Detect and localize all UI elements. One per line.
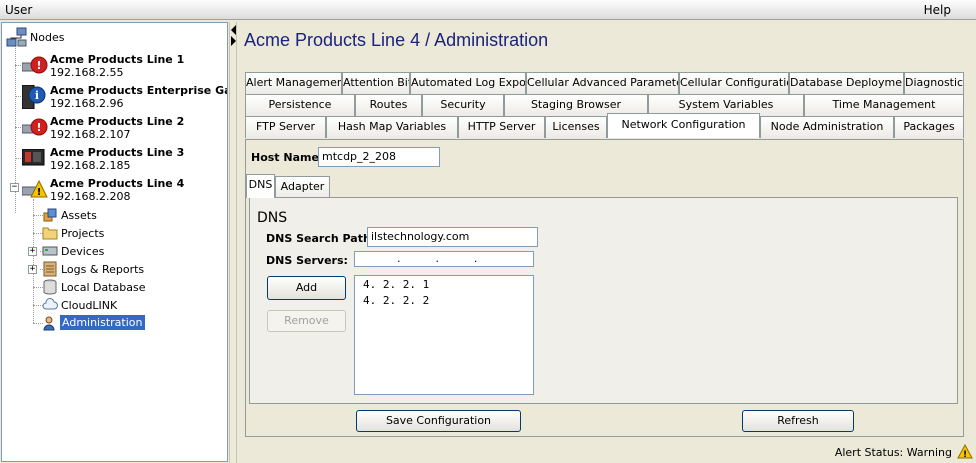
menu-user[interactable]: User [5,3,32,17]
dns-servers-list[interactable]: 4. 2. 2. 1 4. 2. 2. 2 [354,275,534,395]
tab-automated-log-export[interactable]: Automated Log Export [410,72,526,94]
tab-cellular-configuration[interactable]: Cellular Configuration [679,72,789,94]
dns-servers-input[interactable]: . . . [354,251,534,267]
tree-item-assets[interactable]: Assets [61,209,97,222]
tree-node-enterprise-gateway[interactable]: Acme Products Enterprise Gateway 192.168… [50,84,227,110]
tree-node-line-3[interactable]: Acme Products Line 3 192.168.2.185 [50,146,184,172]
tab-attention-bit[interactable]: Attention Bit [342,72,410,94]
error-icon: ! [21,117,48,142]
tab-node-administration[interactable]: Node Administration [760,116,894,138]
tab-licenses[interactable]: Licenses [545,116,607,138]
tree-item-cloudlink[interactable]: CloudLINK [61,299,117,312]
svg-text:i: i [35,89,39,102]
folder-icon [42,225,58,244]
collapse-left-icon[interactable] [231,25,236,35]
tree-item-devices[interactable]: Devices [61,245,104,258]
tab-security[interactable]: Security [422,94,504,116]
tree-root-label[interactable]: Nodes [30,31,64,44]
list-item[interactable]: 4. 2. 2. 1 [355,276,533,292]
node-title: Acme Products Line 4 [50,177,185,190]
node-ip: 192.168.2.208 [50,190,131,203]
device-icon [21,148,46,170]
network-icon [6,27,28,52]
warning-icon: ! [957,443,973,462]
node-title: Acme Products Line 1 [50,53,185,66]
panel-splitter[interactable] [229,22,237,463]
logs-icon [42,261,58,280]
refresh-button[interactable]: Refresh [742,410,854,432]
node-ip: 192.168.2.55 [50,66,124,79]
tree-item-projects[interactable]: Projects [61,227,104,240]
svg-text:!: ! [36,59,41,72]
host-name-label: Host Name: [251,151,324,164]
tab-network-configuration[interactable]: Network Configuration [607,113,760,138]
alert-status: Alert Status: Warning [834,446,952,459]
info-icon: i [21,84,48,112]
subtab-dns[interactable]: DNS [246,174,275,198]
tab-cellular-advanced-parameters[interactable]: Cellular Advanced Parameters [526,72,679,94]
expand-icon[interactable]: + [28,265,37,274]
database-icon [42,279,58,298]
admin-user-icon [42,315,58,334]
tab-persistence[interactable]: Persistence [245,94,355,116]
tab-hash-map-variables[interactable]: Hash Map Variables [326,116,458,138]
save-configuration-button[interactable]: Save Configuration [356,410,521,432]
tree-item-local-database[interactable]: Local Database [61,281,146,294]
tree-item-label: Administration [60,315,145,330]
dns-search-path-label: DNS Search Path: [266,232,376,245]
tab-http-server[interactable]: HTTP Server [458,116,545,138]
tree-node-line-4[interactable]: Acme Products Line 4 192.168.2.208 [50,177,184,203]
tab-time-management[interactable]: Time Management [804,94,964,116]
tab-database-deployment[interactable]: Database Deployment [789,72,904,94]
node-title: Acme Products Enterprise Gateway [50,84,227,97]
node-title: Acme Products Line 2 [50,115,185,128]
dns-search-path-field[interactable]: ilstechnology.com [367,227,538,247]
tree-item-administration[interactable]: Administration [60,315,145,330]
warning-icon: ! [21,179,48,202]
devices-icon [42,243,58,262]
dns-servers-label: DNS Servers: [266,254,348,267]
menu-help[interactable]: Help [924,3,951,17]
remove-dns-button[interactable]: Remove [267,310,346,332]
page-title: Acme Products Line 4 / Administration [244,30,549,50]
expand-icon[interactable]: + [28,247,37,256]
node-ip: 192.168.2.185 [50,159,131,172]
error-icon: ! [21,55,48,80]
assets-icon [42,207,58,226]
collapse-icon[interactable]: − [10,183,19,192]
node-title: Acme Products Line 3 [50,146,185,159]
tree-item-logs-reports[interactable]: Logs & Reports [61,263,144,276]
list-item[interactable]: 4. 2. 2. 2 [355,292,533,308]
svg-text:!: ! [36,121,41,134]
subtab-adapter-1[interactable]: Adapter 1 [275,176,330,213]
node-ip: 192.168.2.107 [50,128,131,141]
svg-text:!: ! [963,450,967,459]
tree-node-line-1[interactable]: Acme Products Line 1 192.168.2.55 [50,53,184,79]
host-name-field[interactable]: mtcdp_2_208 [318,147,440,167]
collapse-right-icon[interactable] [231,36,236,46]
svg-text:!: ! [37,187,42,198]
tree-node-line-2[interactable]: Acme Products Line 2 192.168.2.107 [50,115,184,141]
dns-heading: DNS [257,210,288,226]
tab-routes[interactable]: Routes [355,94,422,116]
node-tree[interactable]: Nodes ! Acme Products Line 1 192.168.2.5… [1,22,228,462]
tab-packages[interactable]: Packages [894,116,964,138]
tab-alert-management[interactable]: Alert Management [245,72,342,94]
add-dns-button[interactable]: Add [267,276,346,300]
menu-bar: User Help [0,0,976,20]
node-ip: 192.168.2.96 [50,97,124,110]
tab-ftp-server[interactable]: FTP Server [245,116,326,138]
tab-diagnostics[interactable]: Diagnostics [904,72,964,94]
cloud-icon [42,297,58,316]
